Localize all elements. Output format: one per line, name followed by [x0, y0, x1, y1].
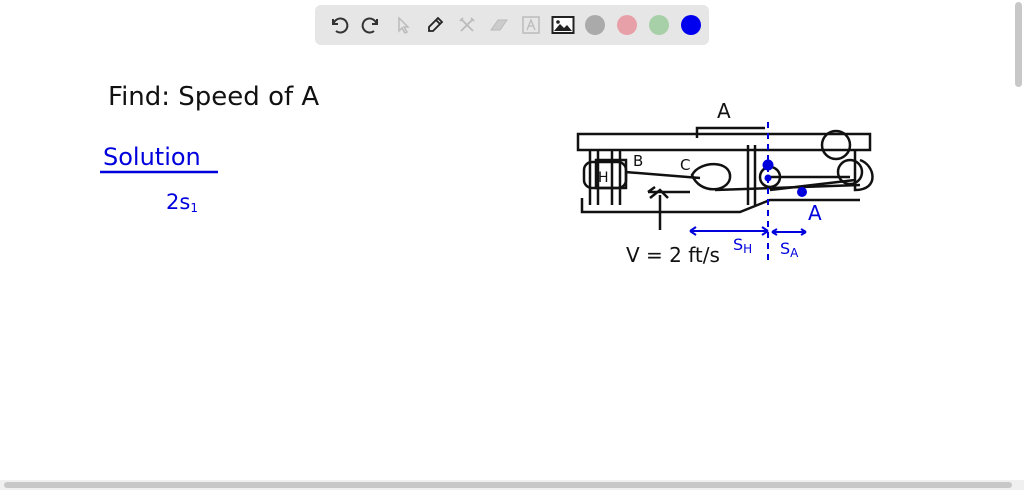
velocity-label: V = 2 ft/s	[626, 243, 720, 267]
label-h: H	[598, 170, 609, 186]
s-a-label: SA	[780, 239, 799, 260]
whiteboard-canvas[interactable]: Find: Speed of A Solution 2s1 A B C H A …	[0, 0, 1024, 490]
find-text: Find: Speed of A	[108, 82, 319, 112]
label-a-blue: A	[808, 201, 822, 225]
label-c: C	[680, 156, 690, 174]
label-a-top: A	[717, 99, 731, 123]
label-b: B	[633, 152, 643, 170]
pulley-diagram	[576, 126, 874, 230]
vertical-scrollbar[interactable]	[1015, 2, 1022, 87]
solution-heading: Solution	[103, 143, 201, 171]
s-h-label: SH	[733, 235, 752, 256]
partial-equation: 2s1	[166, 190, 198, 215]
horizontal-scrollbar[interactable]	[4, 482, 1012, 488]
